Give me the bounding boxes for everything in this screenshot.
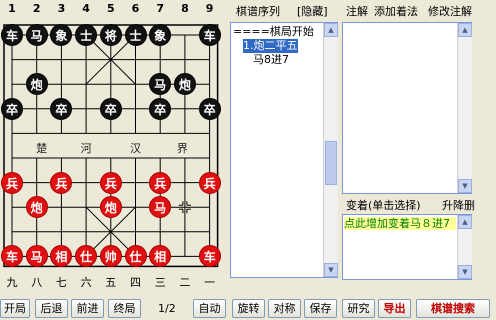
black-piece[interactable]: 士 xyxy=(75,24,98,46)
top-file-label: 4 xyxy=(82,2,90,15)
bottom-file-label: 二 xyxy=(179,276,191,289)
river-label: 楚 xyxy=(36,142,48,155)
variation-title: 变着(单击选择) xyxy=(346,199,421,212)
black-piece[interactable]: 卒 xyxy=(149,97,172,120)
top-file-label: 8 xyxy=(181,2,189,15)
bottom-file-label: 三 xyxy=(154,276,166,289)
auto-play-button[interactable]: 自动 xyxy=(193,299,226,318)
moves-panel-title: 棋谱序列 xyxy=(236,5,280,18)
top-file-label: 3 xyxy=(57,2,66,15)
move-list-scrollbar[interactable]: ▲ ▼ xyxy=(323,23,338,277)
scroll-up-icon[interactable]: ▲ xyxy=(458,23,472,37)
scroll-down-icon[interactable]: ▼ xyxy=(458,265,472,279)
red-piece[interactable]: 车 xyxy=(198,245,221,268)
comment-textarea[interactable]: ▲ ▼ xyxy=(342,22,472,194)
red-piece[interactable]: 炮 xyxy=(99,196,122,219)
move-list[interactable]: ====棋局开始 1.炮二平五 马8进7 ▲ ▼ xyxy=(230,22,338,278)
top-file-label: 9 xyxy=(205,2,214,15)
bottom-file-label: 六 xyxy=(80,276,92,289)
forward-button[interactable]: 前进 xyxy=(71,299,104,318)
scroll-down-icon[interactable]: ▼ xyxy=(324,263,338,277)
river-label: 汉 xyxy=(130,142,141,155)
red-piece[interactable]: 炮 xyxy=(25,196,48,219)
bottom-file-label: 一 xyxy=(204,276,216,289)
bottom-toolbar: 开局 后退 前进 终局 1/2 自动 旋转 对称 保存 研究 导出 棋谱搜索 xyxy=(0,299,496,320)
black-piece[interactable]: 车 xyxy=(1,24,23,46)
game-search-button[interactable]: 棋谱搜索 xyxy=(416,299,490,318)
bottom-file-label: 四 xyxy=(130,276,141,289)
black-piece[interactable]: 车 xyxy=(198,24,221,46)
bottom-file-label: 九 xyxy=(6,276,18,289)
red-piece[interactable]: 马 xyxy=(25,245,48,268)
red-piece[interactable]: 兵 xyxy=(1,171,23,194)
add-move-tab[interactable]: 添加着法 xyxy=(374,3,418,19)
save-button[interactable]: 保存 xyxy=(304,299,337,318)
red-piece[interactable]: 兵 xyxy=(198,171,221,194)
variation-list[interactable]: 点此增加变着马８进7 ▲ ▼ xyxy=(342,214,472,280)
comment-tab[interactable]: 注解 xyxy=(346,3,368,19)
hide-moves-button[interactable]: [隐藏] xyxy=(297,3,328,19)
river-label: 河 xyxy=(80,142,92,155)
top-file-label: 6 xyxy=(131,2,140,15)
scroll-up-icon[interactable]: ▲ xyxy=(458,215,472,229)
scroll-up-icon[interactable]: ▲ xyxy=(324,23,338,37)
black-piece[interactable]: 马 xyxy=(25,24,48,46)
variation-scrollbar[interactable]: ▲ ▼ xyxy=(457,215,472,279)
move-list-item[interactable]: ====棋局开始 xyxy=(233,25,314,39)
red-piece[interactable]: 兵 xyxy=(99,171,122,194)
edit-comment-tab[interactable]: 修改注解 xyxy=(428,3,472,19)
start-button[interactable]: 开局 xyxy=(0,299,30,318)
study-button[interactable]: 研究 xyxy=(342,299,375,318)
scroll-thumb[interactable] xyxy=(325,141,337,185)
black-piece[interactable]: 士 xyxy=(124,24,147,46)
move-list-item[interactable]: 1.炮二平五 xyxy=(243,39,298,53)
add-variation-item[interactable]: 点此增加变着马８进7 xyxy=(344,217,456,230)
top-file-label: 7 xyxy=(156,2,165,15)
red-piece[interactable]: 兵 xyxy=(50,171,73,194)
black-piece[interactable]: 卒 xyxy=(99,97,122,120)
move-list-item[interactable]: 马8进7 xyxy=(253,53,289,67)
top-file-label: 1 xyxy=(8,2,16,15)
comment-scrollbar[interactable]: ▲ ▼ xyxy=(457,23,472,193)
black-piece[interactable]: 将 xyxy=(99,24,122,46)
red-piece[interactable]: 兵 xyxy=(149,171,172,194)
black-piece[interactable]: 炮 xyxy=(25,73,48,96)
back-button[interactable]: 后退 xyxy=(35,299,68,318)
red-piece[interactable]: 仕 xyxy=(124,245,147,268)
scroll-down-icon[interactable]: ▼ xyxy=(458,179,472,193)
top-file-label: 5 xyxy=(106,2,115,15)
black-piece[interactable]: 卒 xyxy=(198,97,221,120)
black-piece[interactable]: 卒 xyxy=(1,97,23,120)
bottom-file-label: 七 xyxy=(55,276,67,289)
river-label: 界 xyxy=(176,142,188,155)
bottom-file-label: 八 xyxy=(31,276,43,289)
bottom-file-label: 五 xyxy=(105,276,117,289)
page-indicator: 1/2 xyxy=(158,302,176,315)
end-button[interactable]: 终局 xyxy=(108,299,141,318)
top-file-label: 2 xyxy=(32,2,41,15)
mirror-button[interactable]: 对称 xyxy=(268,299,301,318)
black-piece[interactable]: 炮 xyxy=(173,73,196,96)
variation-sort-buttons[interactable]: 升降删 xyxy=(442,197,475,213)
export-button[interactable]: 导出 xyxy=(378,299,411,318)
rotate-button[interactable]: 旋转 xyxy=(232,299,265,318)
